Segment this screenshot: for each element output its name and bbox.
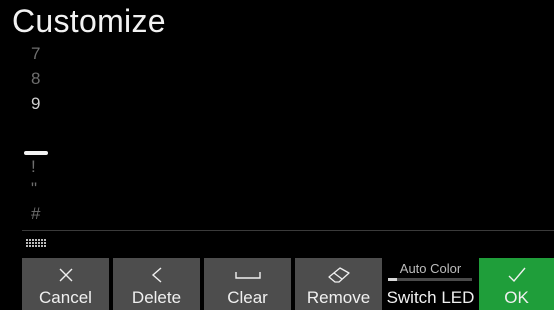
delete-label: Delete — [131, 288, 182, 307]
divider — [22, 230, 554, 231]
text-cursor — [24, 151, 48, 155]
char-option[interactable]: 9 — [31, 94, 40, 114]
close-icon — [58, 262, 74, 288]
remove-button[interactable]: Remove — [295, 258, 382, 310]
switch-led-label: Switch LED — [386, 288, 475, 307]
char-option[interactable]: 7 — [31, 44, 40, 64]
keyboard-icon[interactable] — [26, 239, 46, 247]
char-option[interactable]: # — [31, 204, 40, 224]
auto-color-label: Auto Color — [399, 261, 462, 276]
page-title: Customize — [12, 3, 166, 39]
cancel-button[interactable]: Cancel — [22, 258, 109, 310]
clear-label: Clear — [227, 288, 268, 307]
check-icon — [507, 262, 527, 288]
space-bar-icon — [234, 262, 262, 288]
char-option[interactable]: 8 — [31, 69, 40, 89]
char-option[interactable]: " — [31, 179, 37, 199]
char-option[interactable]: ! — [31, 157, 36, 177]
ok-button[interactable]: OK — [479, 258, 554, 310]
switch-led-control[interactable]: Auto Color Switch LED — [385, 258, 476, 310]
cancel-label: Cancel — [39, 288, 92, 307]
chevron-left-icon — [150, 262, 164, 288]
delete-button[interactable]: Delete — [113, 258, 200, 310]
ok-label: OK — [504, 288, 529, 307]
eraser-icon — [327, 262, 351, 288]
led-color-slider[interactable] — [388, 278, 472, 281]
clear-button[interactable]: Clear — [204, 258, 291, 310]
remove-label: Remove — [306, 288, 371, 307]
